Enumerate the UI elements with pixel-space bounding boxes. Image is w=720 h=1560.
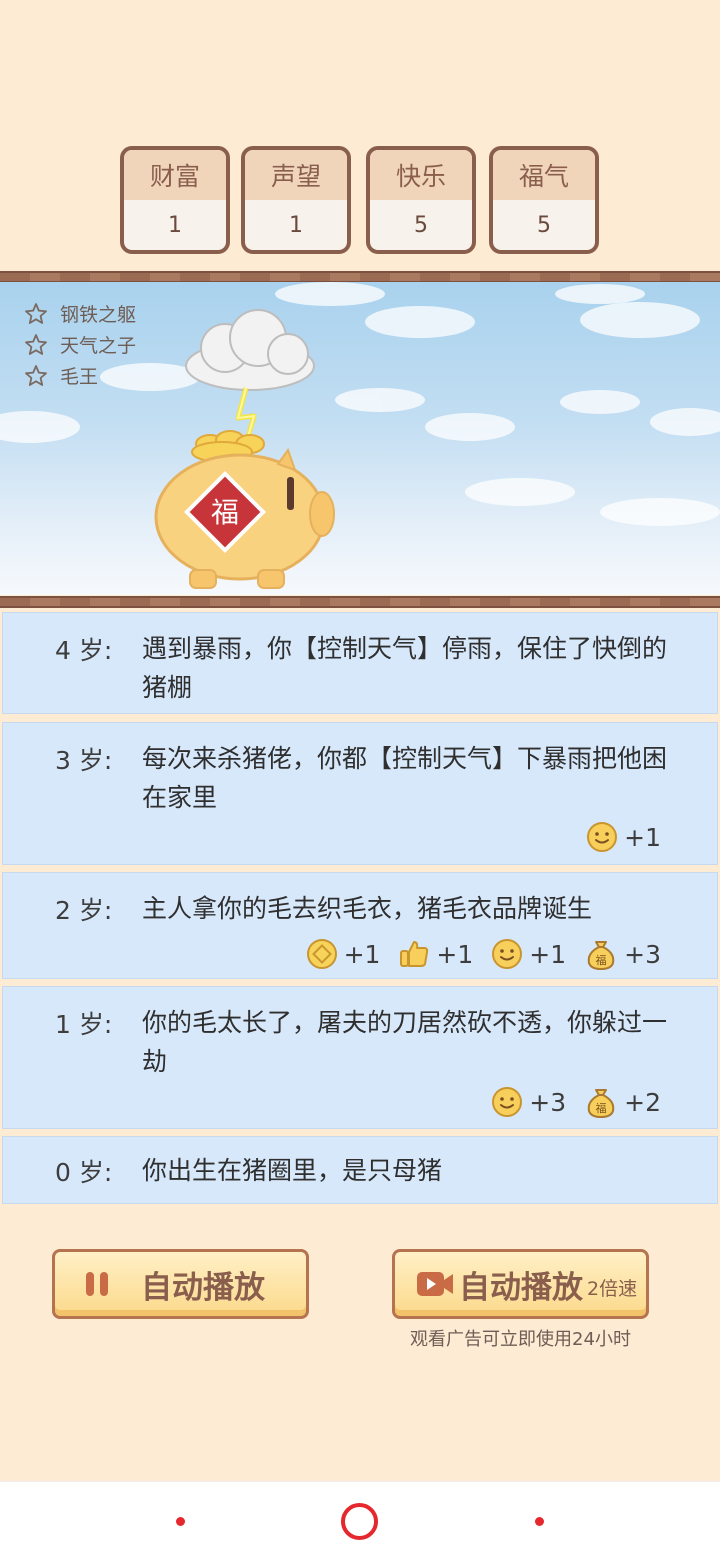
reward-fortune: 福 +2 [584,1085,661,1119]
event-age: 3 岁: [55,746,113,775]
nav-home-button[interactable] [341,1503,378,1540]
reward-row: +1 +1 +1 福 +3 [306,937,661,971]
event-entry: 0 岁: 你出生在猪圈里，是只母猪 [2,1136,718,1204]
stat-reputation: 声望 1 [241,146,351,254]
star-icon [25,302,47,324]
stat-wealth: 财富 1 [120,146,230,254]
stat-fortune: 福气 5 [489,146,599,254]
speed-label: 2倍速 [587,1277,638,1300]
smile-icon [492,1087,523,1117]
reward-value: +2 [624,1087,661,1117]
star-icon [25,364,47,386]
stat-label: 声望 [245,150,347,200]
reward-fortune: 福 +3 [584,937,661,971]
stat-happiness: 快乐 5 [366,146,476,254]
reward-happiness: +1 [586,821,661,853]
nav-back-button[interactable] [176,1517,185,1526]
lucky-bag-glyph: 福 [596,953,607,967]
achievement-label: 天气之子 [60,335,137,357]
event-entry: 3 岁: 每次来杀猪佬，你都【控制天气】下暴雨把他困在家里 +1 [2,722,718,865]
lucky-bag-glyph: 福 [596,1101,607,1115]
event-entry: 2 岁: 主人拿你的毛去织毛衣，猪毛衣品牌诞生 +1 +1 +1 福 +3 [2,872,718,979]
video-ad-icon [417,1272,453,1296]
stat-label: 快乐 [370,150,472,200]
event-age: 2 岁: [55,896,113,925]
reward-value: +1 [624,822,661,852]
auto-play-2x-button[interactable]: 自动播放 2倍速 [392,1249,649,1319]
stat-value: 5 [414,212,428,238]
stat-value: 5 [537,212,551,238]
reward-value: +1 [343,939,381,969]
event-age: 1 岁: [55,1010,113,1039]
event-text: 每次来杀猪佬，你都【控制天气】下暴雨把他困在家里 [142,744,668,812]
reward-row: +1 [586,821,661,853]
reward-wealth: +1 [306,937,381,971]
reward-value: +1 [436,939,474,969]
star-icon [25,333,47,355]
achievement-item: 毛王 [24,360,136,391]
reward-value: +3 [529,1087,567,1117]
auto-play-button[interactable]: 自动播放 [52,1249,309,1319]
coin-icon [306,939,337,969]
reward-row: +3 福 +2 [491,1085,661,1119]
smile-icon [587,822,618,852]
pause-icon [86,1272,108,1296]
stat-value: 1 [168,212,182,238]
achievement-item: 钢铁之躯 [24,298,136,329]
reward-happiness: +3 [491,1085,566,1119]
event-age: 4 岁: [55,636,113,665]
auto-play-label: 自动播放 [141,1269,265,1306]
bottom-plank [0,596,720,608]
reward-happiness: +1 [491,937,566,971]
event-entry: 1 岁: 你的毛太长了，屠夫的刀居然砍不透，你躲过一劫 +3 福 +2 [2,986,718,1129]
event-entry: 4 岁: 遇到暴雨，你【控制天气】停雨，保住了快倒的猪棚 [2,612,718,714]
achievement-label: 毛王 [60,366,99,388]
stats-panel: 财富 1 声望 1 快乐 5 福气 5 [120,146,600,254]
achievement-list: 钢铁之躯 天气之子 毛王 [24,298,136,391]
event-text: 你出生在猪圈里，是只母猪 [142,1156,443,1185]
thumbs-up-icon [400,941,429,967]
nav-recents-button[interactable] [535,1517,544,1526]
event-age: 0 岁: [55,1158,113,1187]
sky-scene: 钢铁之躯 天气之子 毛王 福 [0,282,720,595]
smile-icon [492,939,523,969]
pig-badge-glyph: 福 [211,496,239,529]
stat-value: 1 [289,212,303,238]
achievement-item: 天气之子 [24,329,136,360]
achievement-label: 钢铁之躯 [60,304,137,326]
event-text: 遇到暴雨，你【控制天气】停雨，保住了快倒的猪棚 [142,634,668,702]
stat-label: 财富 [124,150,226,200]
reward-value: +3 [624,939,661,969]
system-nav-bar [0,1481,720,1560]
reward-reputation: +1 [398,937,473,971]
event-text: 主人拿你的毛去织毛衣，猪毛衣品牌诞生 [142,894,593,923]
event-text: 你的毛太长了，屠夫的刀居然砍不透，你躲过一劫 [142,1008,668,1076]
stat-label: 福气 [493,150,595,200]
auto-play-2x-label: 自动播放 [459,1269,583,1306]
ad-hint: 观看广告可立即使用24小时 [410,1329,631,1350]
golden-pig-icon: 福 [154,430,335,589]
reward-value: +1 [529,939,567,969]
lucky-bag-icon: 福 [587,941,615,971]
lucky-bag-icon: 福 [587,1089,615,1119]
